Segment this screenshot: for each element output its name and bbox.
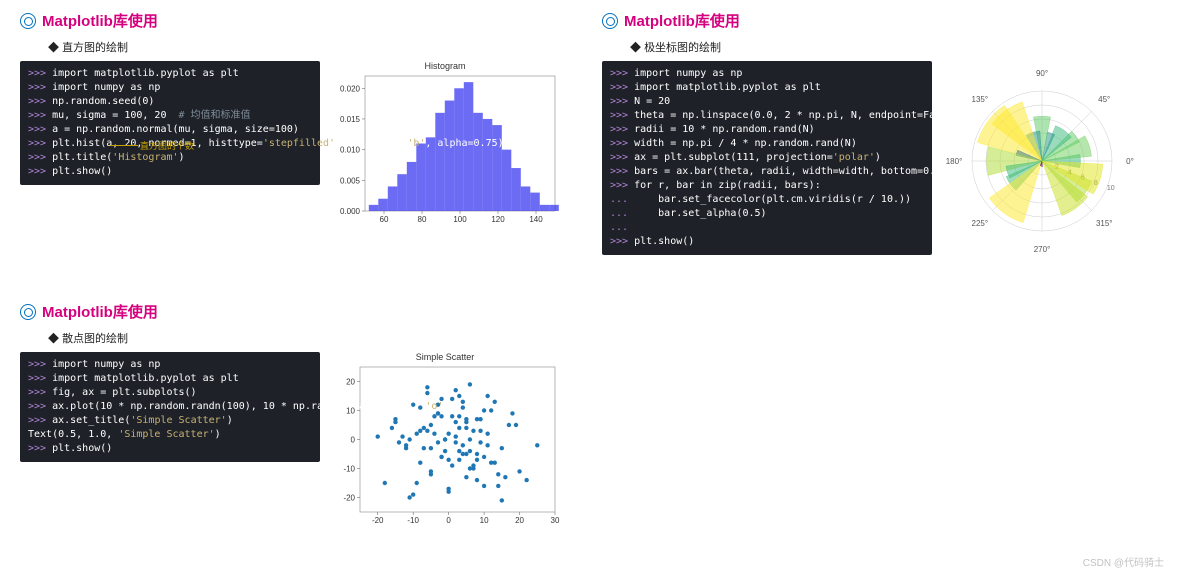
target-icon xyxy=(20,13,36,29)
page-title: Matplotlib库使用 xyxy=(624,10,740,31)
code-line: >>> np.random.seed(0) xyxy=(28,95,312,109)
code-line: >>> mu, sigma = 100, 20 # 均值和标准值 xyxy=(28,109,312,123)
section-polar: Matplotlib库使用 极坐标图的绘制 >>> import numpy a… xyxy=(602,10,1164,261)
code-line: ... bar.set_alpha(0.5) xyxy=(610,207,924,221)
svg-text:180°: 180° xyxy=(946,157,963,166)
chart-title: Simple Scatter xyxy=(330,352,560,362)
code-line: >>> width = np.pi / 4 * np.random.rand(N… xyxy=(610,137,924,151)
page-title: Matplotlib库使用 xyxy=(42,10,158,31)
svg-text:120: 120 xyxy=(491,215,505,224)
code-block-histogram: 直方图的个数 >>> import matplotlib.pyplot as p… xyxy=(20,61,320,185)
code-line: >>> theta = np.linspace(0.0, 2 * np.pi, … xyxy=(610,109,924,123)
section-histogram: Matplotlib库使用 直方图的绘制 直方图的个数 >>> import m… xyxy=(20,10,582,261)
code-line: >>> bars = ax.bar(theta, radii, width=wi… xyxy=(610,165,924,179)
chart-scatter: Simple Scatter -20-100102030-20-1001020 xyxy=(330,352,560,532)
svg-text:30: 30 xyxy=(551,516,560,525)
code-line: >>> import matplotlib.pyplot as plt xyxy=(610,81,924,95)
watermark: CSDN @代码骑士 xyxy=(1083,554,1164,569)
svg-text:-20: -20 xyxy=(372,516,384,525)
code-line: >>> ax.plot(10 * np.random.randn(100), 1… xyxy=(28,400,312,414)
chart-polar: 0°45°90°135°180°225°270°315°246810 xyxy=(942,61,1142,261)
svg-text:10: 10 xyxy=(1107,185,1115,192)
code-line: >>> radii = 10 * np.random.rand(N) xyxy=(610,123,924,137)
svg-text:-20: -20 xyxy=(343,494,355,503)
code-line: >>> plt.show() xyxy=(28,442,312,456)
section-subtitle: 极坐标图的绘制 xyxy=(630,39,1164,55)
svg-text:0: 0 xyxy=(446,516,451,525)
svg-text:0.005: 0.005 xyxy=(340,176,361,185)
svg-text:90°: 90° xyxy=(1036,69,1048,78)
code-block-scatter: >>> import numpy as np>>> import matplot… xyxy=(20,352,320,462)
section-subtitle: 直方图的绘制 xyxy=(48,39,582,55)
svg-text:20: 20 xyxy=(346,378,355,387)
target-icon xyxy=(20,304,36,320)
code-line: ... xyxy=(610,221,924,235)
code-line: >>> plt.show() xyxy=(610,235,924,249)
code-line: >>> ax.set_title('Simple Scatter') xyxy=(28,414,312,428)
section-subtitle: 散点图的绘制 xyxy=(48,330,582,346)
svg-text:45°: 45° xyxy=(1098,95,1110,104)
svg-text:225°: 225° xyxy=(972,219,989,228)
section-header: Matplotlib库使用 xyxy=(20,301,582,322)
code-line: >>> fig, ax = plt.subplots() xyxy=(28,386,312,400)
svg-text:10: 10 xyxy=(480,516,489,525)
svg-text:0.020: 0.020 xyxy=(340,84,361,93)
code-line: >>> import numpy as np xyxy=(28,81,312,95)
code-line: Text(0.5, 1.0, 'Simple Scatter') xyxy=(28,428,312,442)
code-block-polar: >>> import numpy as np>>> import matplot… xyxy=(602,61,932,255)
svg-text:0.015: 0.015 xyxy=(340,115,361,124)
histogram-svg: 60801001201400.0000.0050.0100.0150.020 xyxy=(330,71,560,231)
target-icon xyxy=(602,13,618,29)
svg-text:0.000: 0.000 xyxy=(340,207,361,216)
svg-text:-10: -10 xyxy=(407,516,419,525)
chart-title: Histogram xyxy=(330,61,560,71)
code-line: >>> import numpy as np xyxy=(28,358,312,372)
code-line: >>> for r, bar in zip(radii, bars): xyxy=(610,179,924,193)
code-line: >>> plt.show() xyxy=(28,165,312,179)
section-scatter: Matplotlib库使用 散点图的绘制 >>> import numpy as… xyxy=(20,301,582,532)
code-line: >>> a = np.random.normal(mu, sigma, size… xyxy=(28,123,312,137)
annotation-bins: 直方图的个数 xyxy=(140,141,194,154)
code-line: ... bar.set_facecolor(plt.cm.viridis(r /… xyxy=(610,193,924,207)
svg-text:60: 60 xyxy=(380,215,389,224)
svg-text:140: 140 xyxy=(529,215,543,224)
svg-text:0: 0 xyxy=(351,436,356,445)
svg-text:315°: 315° xyxy=(1096,219,1113,228)
page-title: Matplotlib库使用 xyxy=(42,301,158,322)
code-line: >>> ax = plt.subplot(111, projection='po… xyxy=(610,151,924,165)
section-header: Matplotlib库使用 xyxy=(602,10,1164,31)
svg-text:100: 100 xyxy=(453,215,467,224)
svg-text:80: 80 xyxy=(418,215,427,224)
code-line: >>> import matplotlib.pyplot as plt xyxy=(28,372,312,386)
code-line: >>> N = 20 xyxy=(610,95,924,109)
code-line: >>> import matplotlib.pyplot as plt xyxy=(28,67,312,81)
section-header: Matplotlib库使用 xyxy=(20,10,582,31)
svg-text:0°: 0° xyxy=(1126,157,1134,166)
scatter-svg: -20-100102030-20-1001020 xyxy=(330,362,560,532)
code-line: >>> import numpy as np xyxy=(610,67,924,81)
svg-text:270°: 270° xyxy=(1034,245,1051,254)
polar-svg: 0°45°90°135°180°225°270°315°246810 xyxy=(942,61,1142,261)
svg-text:20: 20 xyxy=(515,516,524,525)
svg-text:135°: 135° xyxy=(972,95,989,104)
svg-text:-10: -10 xyxy=(343,465,355,474)
